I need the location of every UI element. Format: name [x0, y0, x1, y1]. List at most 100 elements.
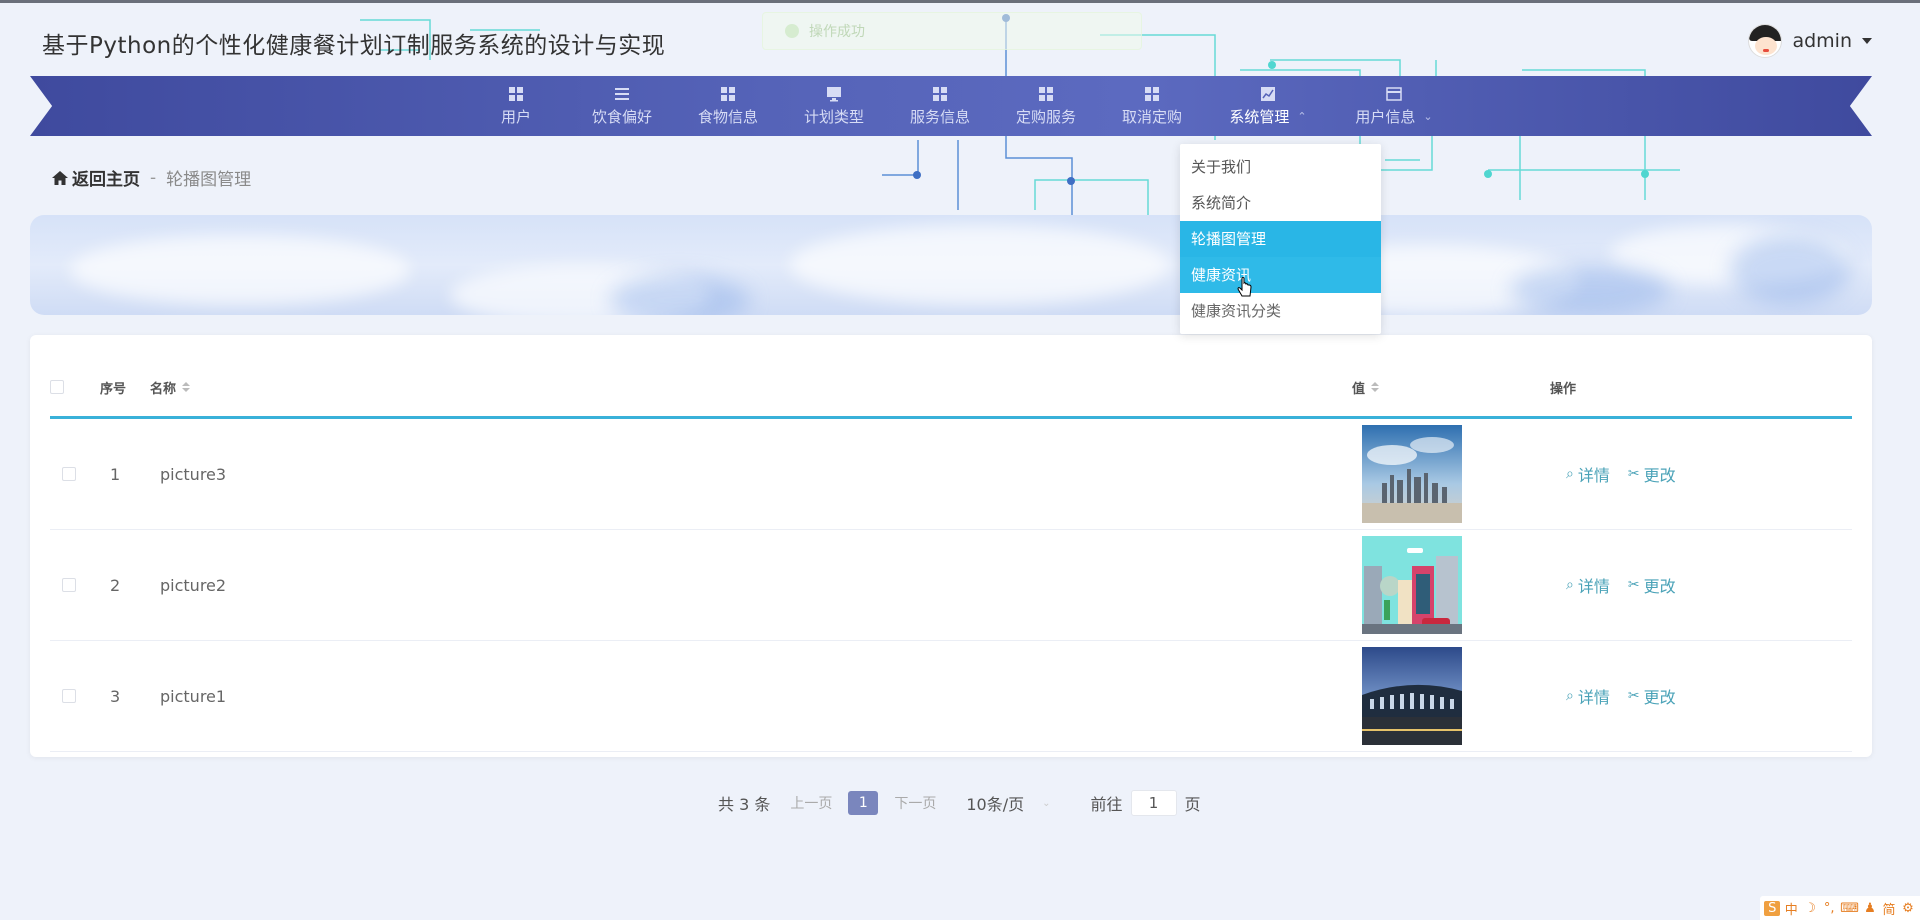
nav-item-users[interactable]: 用户 — [463, 76, 569, 136]
row-checkbox[interactable] — [62, 578, 76, 592]
caret-down-icon[interactable] — [1862, 38, 1872, 44]
nav-item-service-info[interactable]: 服务信息 — [887, 76, 993, 136]
nav-item-label: 计划类型 — [803, 107, 864, 126]
nav-item-label: 饮食偏好 — [591, 107, 652, 126]
list-icon — [615, 87, 629, 100]
page-size-select[interactable]: 10条/页 ⌄ — [966, 791, 1050, 815]
pagination-total: 共 3 条 — [718, 795, 771, 814]
detail-button[interactable]: ⌕ 详情 — [1566, 573, 1610, 597]
page-banner — [30, 215, 1872, 315]
table-row: 3 picture1 ⌕ 详情 ✂ 更改 — [50, 641, 1852, 752]
row-name: picture2 — [160, 575, 227, 595]
row-index: 3 — [110, 686, 121, 706]
table-header: 序号 名称 值 操作 — [50, 355, 1852, 419]
ime-settings-icon[interactable]: ⚙ — [1900, 901, 1916, 916]
nav-item-label: 取消定购 — [1121, 107, 1182, 126]
ime-simplified-mode[interactable]: 简 — [1881, 899, 1897, 918]
nav-item-label: 定购服务 — [1015, 107, 1076, 126]
column-value-sort[interactable]: 值 — [1352, 355, 1380, 419]
detail-icon: ⌕ — [1566, 688, 1574, 704]
menu-item-health-news-category[interactable]: 健康资讯分类 — [1180, 293, 1381, 329]
nav-item-label: 用户信息 — [1355, 107, 1416, 126]
nav-item-food-info[interactable]: 食物信息 — [675, 76, 781, 136]
nav-item-label: 用户 — [500, 107, 531, 126]
table-row: 2 picture2 ⌕ 详情 ✂ 更改 — [50, 530, 1852, 641]
breadcrumb-home[interactable]: 返回主页 — [52, 165, 140, 190]
row-name: picture3 — [160, 464, 227, 484]
success-icon — [785, 24, 799, 38]
breadcrumb: 返回主页 - 轮播图管理 — [52, 165, 251, 190]
user-menu[interactable]: admin — [1748, 24, 1872, 58]
page-number-button[interactable]: 1 — [848, 791, 879, 815]
row-checkbox[interactable] — [62, 689, 76, 703]
prev-page-button[interactable]: 上一页 — [790, 793, 832, 813]
row-checkbox[interactable] — [62, 467, 76, 481]
nav-item-diet-preference[interactable]: 饮食偏好 — [569, 76, 675, 136]
nav-item-label: 服务信息 — [909, 107, 970, 126]
column-value: 值 — [1352, 381, 1366, 397]
grid-icon — [933, 86, 947, 101]
ime-moon-icon[interactable]: ☽ — [1802, 901, 1818, 916]
edit-button[interactable]: ✂ 更改 — [1628, 684, 1676, 708]
column-actions: 操作 — [1550, 381, 1577, 397]
goto-page: 前往 页 — [1091, 790, 1201, 816]
nav-item-system-management[interactable]: 系统管理 ⌃ — [1205, 76, 1331, 136]
cartoon-street-image[interactable] — [1362, 536, 1462, 634]
ime-punctuation-icon[interactable]: °, — [1821, 901, 1837, 916]
username[interactable]: admin — [1792, 30, 1852, 52]
ime-keyboard-icon[interactable]: ⌨ — [1840, 901, 1859, 916]
carousel-table: 序号 名称 值 操作 1 picture3 ⌕ 详情 ✂ 更改 2 pictur… — [50, 355, 1852, 752]
avatar[interactable] — [1748, 24, 1783, 58]
table-row: 1 picture3 ⌕ 详情 ✂ 更改 — [50, 419, 1852, 530]
nav-item-user-info[interactable]: 用户信息 ⌄ — [1331, 76, 1457, 136]
chevron-down-icon: ⌄ — [1423, 109, 1433, 123]
edit-icon: ✂ — [1627, 577, 1640, 593]
monitor-icon — [827, 86, 841, 101]
ime-logo-icon[interactable]: S — [1764, 900, 1781, 916]
edit-button[interactable]: ✂ 更改 — [1628, 573, 1676, 597]
grid-icon — [721, 86, 735, 101]
nav-item-plan-type[interactable]: 计划类型 — [781, 76, 887, 136]
building-night-image[interactable] — [1362, 647, 1462, 745]
nav-item-label: 食物信息 — [697, 107, 758, 126]
column-name-sort[interactable]: 名称 — [150, 355, 191, 419]
menu-item-system-intro[interactable]: 系统简介 — [1180, 185, 1381, 221]
menu-item-carousel-management[interactable]: 轮播图管理 — [1180, 221, 1381, 257]
chart-icon — [1261, 86, 1275, 101]
ime-user-icon[interactable]: ♟ — [1862, 901, 1878, 916]
success-toast: 操作成功 — [762, 12, 1142, 50]
grid-icon — [1145, 86, 1159, 101]
menu-item-about-us[interactable]: 关于我们 — [1180, 149, 1381, 185]
breadcrumb-separator: - — [150, 167, 157, 188]
toast-message: 操作成功 — [809, 24, 865, 40]
card-icon — [1386, 86, 1402, 101]
grid-icon — [509, 86, 523, 101]
chevron-down-icon: ⌄ — [1042, 797, 1051, 809]
sort-icon[interactable] — [1371, 382, 1380, 392]
detail-button[interactable]: ⌕ 详情 — [1566, 462, 1610, 486]
row-index: 2 — [110, 575, 121, 595]
ime-chinese-mode[interactable]: 中 — [1783, 899, 1799, 918]
detail-button[interactable]: ⌕ 详情 — [1566, 684, 1610, 708]
chevron-up-icon: ⌃ — [1297, 109, 1307, 123]
column-index: 序号 — [100, 381, 127, 397]
row-index: 1 — [110, 464, 121, 484]
nav-item-label: 系统管理 — [1229, 107, 1290, 126]
select-all-checkbox[interactable] — [50, 380, 64, 394]
pointer-cursor-icon — [1237, 277, 1252, 297]
menu-item-health-news[interactable]: 健康资讯 — [1180, 257, 1381, 293]
nav-item-order-service[interactable]: 定购服务 — [993, 76, 1099, 136]
city-skyline-image[interactable] — [1362, 425, 1462, 523]
goto-page-input[interactable] — [1130, 790, 1177, 816]
nav-item-cancel-order[interactable]: 取消定购 — [1099, 76, 1205, 136]
next-page-button[interactable]: 下一页 — [894, 793, 936, 813]
row-name: picture1 — [160, 686, 227, 706]
edit-button[interactable]: ✂ 更改 — [1628, 462, 1676, 486]
pagination: 共 3 条 上一页 1 下一页 10条/页 ⌄ 前往 页 — [718, 790, 1201, 816]
edit-icon: ✂ — [1627, 688, 1640, 704]
column-name: 名称 — [150, 381, 177, 397]
sort-icon[interactable] — [182, 382, 191, 392]
system-management-dropdown: 关于我们 系统简介 轮播图管理 健康资讯 健康资讯分类 — [1180, 144, 1381, 334]
breadcrumb-current: 轮播图管理 — [166, 170, 252, 190]
detail-icon: ⌕ — [1566, 577, 1574, 593]
